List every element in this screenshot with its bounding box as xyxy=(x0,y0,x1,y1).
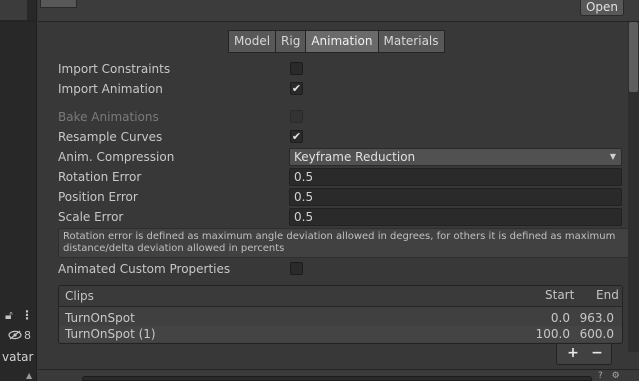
clips-add-remove: + − xyxy=(556,344,612,365)
avatar-label: vatar xyxy=(2,350,34,364)
tab-animation[interactable]: Animation xyxy=(305,30,379,53)
check-icon: ✔ xyxy=(291,82,302,95)
rotation-error-label: Rotation Error xyxy=(58,170,142,184)
left-panel-divider xyxy=(0,20,37,22)
remove-clip-button[interactable]: − xyxy=(585,344,609,364)
inspector-scrollbar-thumb[interactable] xyxy=(629,22,638,92)
clip-end: 963.0 xyxy=(579,311,614,325)
inspector-header xyxy=(38,0,639,22)
clip-start: 0.0 xyxy=(550,311,570,325)
check-icon: ✔ xyxy=(291,130,302,143)
position-error-label: Position Error xyxy=(58,190,138,204)
tab-model[interactable]: Model xyxy=(228,30,277,53)
clips-list: Clips Start End TurnOnSpot 0.0 963.0 Tur… xyxy=(58,285,623,344)
preview-field[interactable] xyxy=(82,376,592,381)
animated-custom-properties-checkbox[interactable] xyxy=(290,262,303,275)
preview-icons: ? ⚙ xyxy=(598,372,638,381)
tab-materials[interactable]: Materials xyxy=(377,30,445,53)
scale-error-field[interactable]: 0.5 xyxy=(289,208,622,226)
lock-icon[interactable]: 🔓︎ xyxy=(5,308,13,323)
anim-compression-label: Anim. Compression xyxy=(58,150,175,164)
tab-rig[interactable]: Rig xyxy=(275,30,307,53)
add-clip-button[interactable]: + xyxy=(561,344,585,364)
visibility-count: 8 xyxy=(24,329,31,342)
left-panel-toolbar: 🔓︎ ⋮ xyxy=(0,307,37,327)
import-animation-label: Import Animation xyxy=(58,82,163,96)
rotation-error-field[interactable]: 0.5 xyxy=(289,168,622,186)
animated-custom-properties-label: Animated Custom Properties xyxy=(58,262,231,276)
import-constraints-label: Import Constraints xyxy=(58,62,171,76)
resample-curves-checkbox[interactable]: ✔ xyxy=(290,130,303,143)
eye-slash-icon xyxy=(8,330,22,340)
import-animation-checkbox[interactable]: ✔ xyxy=(290,82,303,95)
open-button[interactable]: Open xyxy=(580,0,624,16)
clip-name: TurnOnSpot (1) xyxy=(65,327,156,341)
resample-curves-label: Resample Curves xyxy=(58,130,163,144)
bake-animations-label: Bake Animations xyxy=(58,110,159,124)
asset-icon xyxy=(40,0,77,8)
table-row[interactable]: TurnOnSpot (1) 100.0 600.0 xyxy=(59,326,622,342)
bake-animations-checkbox xyxy=(290,110,303,123)
table-row[interactable]: TurnOnSpot 0.0 963.0 xyxy=(59,310,622,326)
clip-name: TurnOnSpot xyxy=(65,311,135,325)
scale-error-label: Scale Error xyxy=(58,210,124,224)
anim-compression-value: Keyframe Reduction xyxy=(294,150,416,164)
clips-header-start: Start xyxy=(545,288,575,302)
import-constraints-checkbox[interactable] xyxy=(290,62,303,75)
left-panel-tab[interactable] xyxy=(0,0,27,20)
clip-end: 600.0 xyxy=(579,327,614,341)
clip-start: 100.0 xyxy=(535,327,570,341)
anim-compression-dropdown[interactable]: Keyframe Reduction ▼ xyxy=(289,148,622,166)
clips-header-name: Clips xyxy=(65,289,94,303)
clips-header-end: End xyxy=(596,288,619,302)
clips-header: Clips Start End xyxy=(59,286,622,307)
visibility-toggle[interactable]: 8 xyxy=(0,327,37,347)
settings-icon[interactable]: ⚙ xyxy=(612,371,620,381)
help-icon[interactable]: ? xyxy=(598,371,603,381)
position-error-field[interactable]: 0.5 xyxy=(289,188,622,206)
help-box: Rotation error is defined as maximum ang… xyxy=(58,228,629,258)
kebab-menu-icon[interactable]: ⋮ xyxy=(21,308,33,322)
import-settings-tabs: Model Rig Animation Materials xyxy=(228,30,445,53)
chevron-down-icon: ▼ xyxy=(609,152,616,161)
scroll-up-arrow-icon[interactable]: ▲ xyxy=(26,371,36,381)
